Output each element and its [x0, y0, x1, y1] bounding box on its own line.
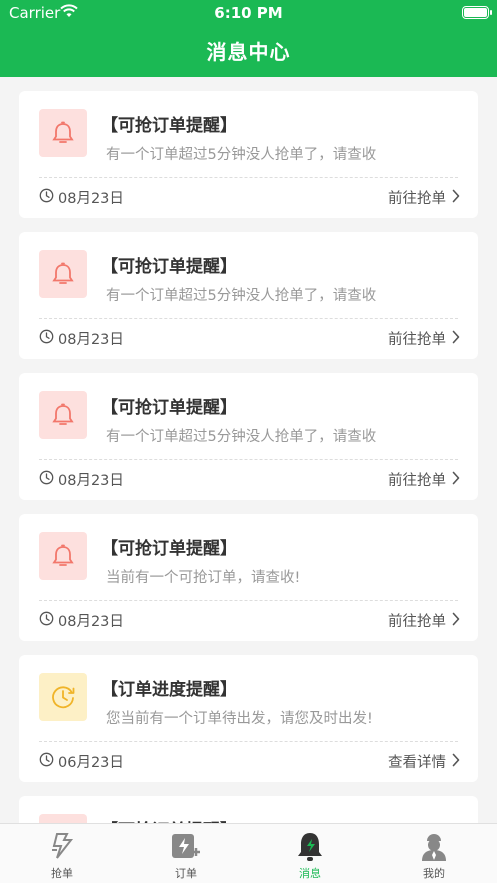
clock-small-icon: [39, 470, 58, 489]
message-action-button[interactable]: 前往抢单: [388, 328, 460, 349]
profile-icon: [420, 830, 448, 864]
battery-icon: [462, 6, 492, 19]
header: Carrier 6:10 PM 消息中心: [0, 0, 497, 77]
tab-orders[interactable]: 订单: [124, 824, 248, 883]
date-text: 08月23日: [58, 332, 124, 348]
message-title: 【可抢订单提醒】: [101, 816, 237, 823]
divider: [39, 177, 458, 178]
chevron-right-icon: [446, 189, 460, 207]
message-card[interactable]: 【可抢订单提醒】 有一个订单超过5分钟没人抢单了，请查收 08月23日 前往抢单: [19, 91, 478, 218]
message-description: 有一个订单超过5分钟没人抢单了，请查收: [106, 147, 377, 163]
tab-bar: 抢单 订单 消息 我的: [0, 823, 497, 883]
divider: [39, 318, 458, 319]
bell-icon: [39, 250, 87, 298]
status-time: 6:10 PM: [214, 4, 283, 22]
chevron-right-icon: [446, 471, 460, 489]
tab-label: 消息: [299, 867, 321, 880]
message-description: 有一个订单超过5分钟没人抢单了，请查收: [106, 429, 377, 445]
divider: [39, 459, 458, 460]
message-date: 08月23日: [39, 610, 124, 631]
grab-order-icon: [49, 830, 75, 864]
message-card[interactable]: 【可抢订单提醒】 有一个订单超过5分钟没人抢单了，请查收 08月23日 前往抢单: [19, 232, 478, 359]
message-action-button[interactable]: 前往抢单: [388, 610, 460, 631]
divider: [39, 741, 458, 742]
divider: [39, 600, 458, 601]
message-title: 【可抢订单提醒】: [101, 398, 237, 418]
message-action-button[interactable]: 查看详情: [388, 751, 460, 772]
bell-icon: [39, 109, 87, 157]
message-card[interactable]: 【可抢订单提醒】: [19, 796, 478, 823]
message-description: 有一个订单超过5分钟没人抢单了，请查收: [106, 288, 377, 304]
clock-small-icon: [39, 188, 58, 207]
action-label: 前往抢单: [388, 473, 446, 489]
tab-label: 抢单: [51, 867, 73, 880]
action-label: 前往抢单: [388, 332, 446, 348]
message-card[interactable]: 【订单进度提醒】 您当前有一个订单待出发，请您及时出发! 06月23日 查看详情: [19, 655, 478, 782]
clock-small-icon: [39, 329, 58, 348]
tab-label: 我的: [423, 867, 445, 880]
message-list[interactable]: 【可抢订单提醒】 有一个订单超过5分钟没人抢单了，请查收 08月23日 前往抢单…: [0, 77, 497, 823]
message-date: 06月23日: [39, 751, 124, 772]
date-text: 08月23日: [58, 473, 124, 489]
message-date: 08月23日: [39, 469, 124, 490]
clock-small-icon: [39, 611, 58, 630]
clock-small-icon: [39, 752, 58, 771]
message-date: 08月23日: [39, 187, 124, 208]
status-bar: Carrier 6:10 PM: [0, 0, 497, 26]
message-action-button[interactable]: 前往抢单: [388, 469, 460, 490]
message-title: 【订单进度提醒】: [101, 680, 237, 700]
action-label: 查看详情: [388, 755, 446, 771]
bell-icon: [39, 391, 87, 439]
clock-icon: [39, 673, 87, 721]
tab-grab-order[interactable]: 抢单: [0, 824, 124, 883]
message-date: 08月23日: [39, 328, 124, 349]
message-bell-icon: [296, 830, 324, 864]
tab-label: 订单: [175, 867, 197, 880]
chevron-right-icon: [446, 330, 460, 348]
chevron-right-icon: [446, 753, 460, 771]
tab-messages[interactable]: 消息: [248, 824, 372, 883]
bell-icon: [39, 814, 87, 823]
message-title: 【可抢订单提醒】: [101, 539, 237, 559]
tab-profile[interactable]: 我的: [372, 824, 496, 883]
date-text: 06月23日: [58, 755, 124, 771]
message-description: 您当前有一个订单待出发，请您及时出发!: [106, 711, 373, 727]
message-action-button[interactable]: 前往抢单: [388, 187, 460, 208]
date-text: 08月23日: [58, 191, 124, 207]
page-title: 消息中心: [206, 40, 291, 64]
bell-icon: [39, 532, 87, 580]
date-text: 08月23日: [58, 614, 124, 630]
message-card[interactable]: 【可抢订单提醒】 当前有一个可抢订单，请查收! 08月23日 前往抢单: [19, 514, 478, 641]
order-icon: [170, 830, 202, 864]
message-description: 当前有一个可抢订单，请查收!: [106, 570, 301, 586]
message-title: 【可抢订单提醒】: [101, 116, 237, 136]
message-card[interactable]: 【可抢订单提醒】 有一个订单超过5分钟没人抢单了，请查收 08月23日 前往抢单: [19, 373, 478, 500]
chevron-right-icon: [446, 612, 460, 630]
message-title: 【可抢订单提醒】: [101, 257, 237, 277]
action-label: 前往抢单: [388, 614, 446, 630]
action-label: 前往抢单: [388, 191, 446, 207]
